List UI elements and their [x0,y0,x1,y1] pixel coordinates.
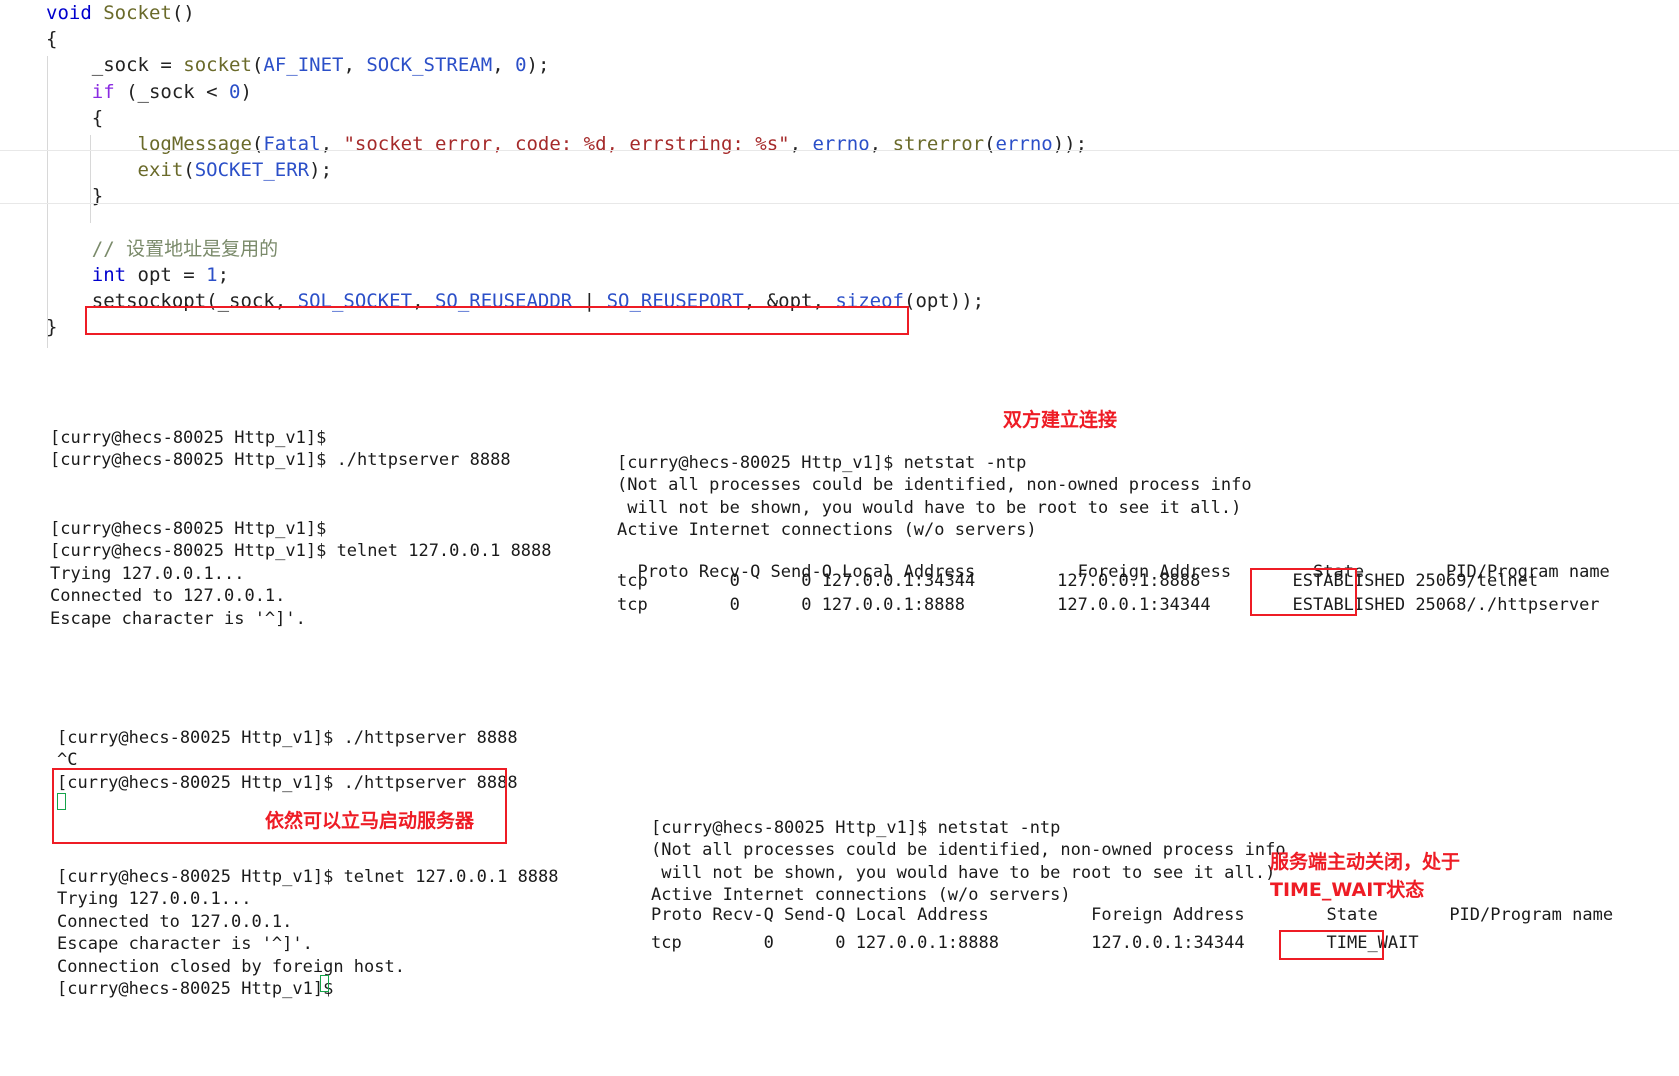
code-rule-top [0,150,1679,151]
terminal-telnet-client: [curry@hecs-80025 Http_v1]$ [curry@hecs-… [50,519,552,629]
code-indent-guide-outer [47,56,48,348]
code-token: ( [251,54,264,77]
code-token: exit [137,159,184,182]
code-token: SO_REUSEADDR [434,290,573,313]
code-token: (opt)); [904,290,985,313]
code-token: ( [183,159,195,182]
code-token: logMessage [137,132,252,155]
code-token: ( [984,132,996,155]
code-line-10: int opt = 1; [0,262,1679,288]
netstat-top-row-1: tcp 0 0 127.0.0.1:8888 127.0.0.1:34344 E… [617,595,1600,615]
code-token: Fatal [263,132,321,155]
code-line-7: } [0,183,1679,209]
code-token: ); [526,54,550,77]
code-token: ) [240,80,252,103]
code-token: , [492,54,516,77]
code-token: , [789,132,813,155]
code-token: "socket error, code: %d, errstring: %s" [343,132,790,155]
code-token: SOL_SOCKET [297,290,413,313]
code-token: , [320,132,344,155]
code-token: AF_INET [263,54,344,77]
code-token: _sock = [46,54,184,77]
code-token: ); [309,159,333,182]
code-line-2: _sock = socket(AF_INET, SOCK_STREAM, 0); [0,52,1679,78]
annotation-restart-immediately: 依然可以立马启动服务器 [265,810,475,832]
code-token: if [91,80,115,103]
netstat-bottom-row-0: tcp 0 0 127.0.0.1:8888 127.0.0.1:34344 T… [651,933,1419,953]
terminal-netstat-top: [curry@hecs-80025 Http_v1]$ netstat -ntp… [617,453,1252,541]
code-token: , [412,290,435,313]
code-line-3: if (_sock < 0) [0,79,1679,105]
code-token: opt = [126,263,207,286]
code-token: SO_REUSEPORT [606,290,744,313]
code-line-0: void Socket() [0,0,1679,26]
code-token: errno [995,132,1053,155]
code-token: SOCKET_ERR [194,159,310,182]
terminal-restart-server: [curry@hecs-80025 Http_v1]$ ./httpserver… [57,728,518,793]
code-token: { [46,28,58,51]
annotation-connection-established: 双方建立连接 [1003,409,1118,431]
code-token: | [572,290,607,313]
code-line-1: { [0,26,1679,52]
code-token: () [171,2,195,24]
code-token: 0 [229,80,241,103]
terminal-server-start: [curry@hecs-80025 Http_v1]$ [curry@hecs-… [50,428,511,471]
code-indent-guide-inner [90,135,91,223]
code-token: ( [251,132,264,155]
code-token: , &opt, [743,290,836,313]
source-code-block: void Socket(){ _sock = socket(AF_INET, S… [0,0,1679,340]
terminal-cursor-final [320,975,329,992]
code-token: (_sock, [206,290,298,313]
netstat-bottom-table-header: Proto Recv-Q Send-Q Local Address Foreig… [651,905,1614,925]
code-token: } [46,185,104,208]
code-line-9: // 设置地址是复用的 [0,236,1679,262]
code-token: SOCK_STREAM [366,54,493,77]
code-token: 0 [515,54,527,77]
code-rule-bottom [0,203,1679,204]
code-line-11: setsockopt(_sock, SOL_SOCKET, SO_REUSEAD… [0,288,1679,314]
terminal-netstat-bottom: [curry@hecs-80025 Http_v1]$ netstat -ntp… [651,818,1286,906]
code-token: // 设置地址是复用的 [46,237,279,260]
code-token: void [46,2,104,24]
code-token: , [343,54,367,77]
terminal-cursor [57,793,66,810]
code-token: int [91,263,127,286]
code-token: { [46,106,104,129]
code-token: socket [183,54,252,77]
code-line-4: { [0,105,1679,131]
code-token: errno [812,132,870,155]
netstat-top-row-0: tcp 0 0 127.0.0.1:34344 127.0.0.1:8888 E… [617,571,1539,591]
code-token: sizeof [835,290,904,313]
code-line-6: exit(SOCKET_ERR); [0,157,1679,183]
code-token: 1 [206,263,218,286]
code-token: )); [1052,132,1088,155]
code-line-5: logMessage(Fatal, "socket error, code: %… [0,131,1679,157]
code-line-12: } [0,314,1679,340]
code-token: strerror [892,132,985,155]
annotation-time-wait: 服务端主动关闭，处于 TIME_WAIT状态 [1270,851,1461,901]
code-token: Socket [103,2,172,24]
terminal-final-client: [curry@hecs-80025 Http_v1]$ telnet 127.0… [57,867,559,1000]
code-token: ; [217,263,230,286]
code-token: , [869,132,893,155]
code-token: (_sock < [114,80,230,103]
code-token: setsockopt [91,290,207,313]
